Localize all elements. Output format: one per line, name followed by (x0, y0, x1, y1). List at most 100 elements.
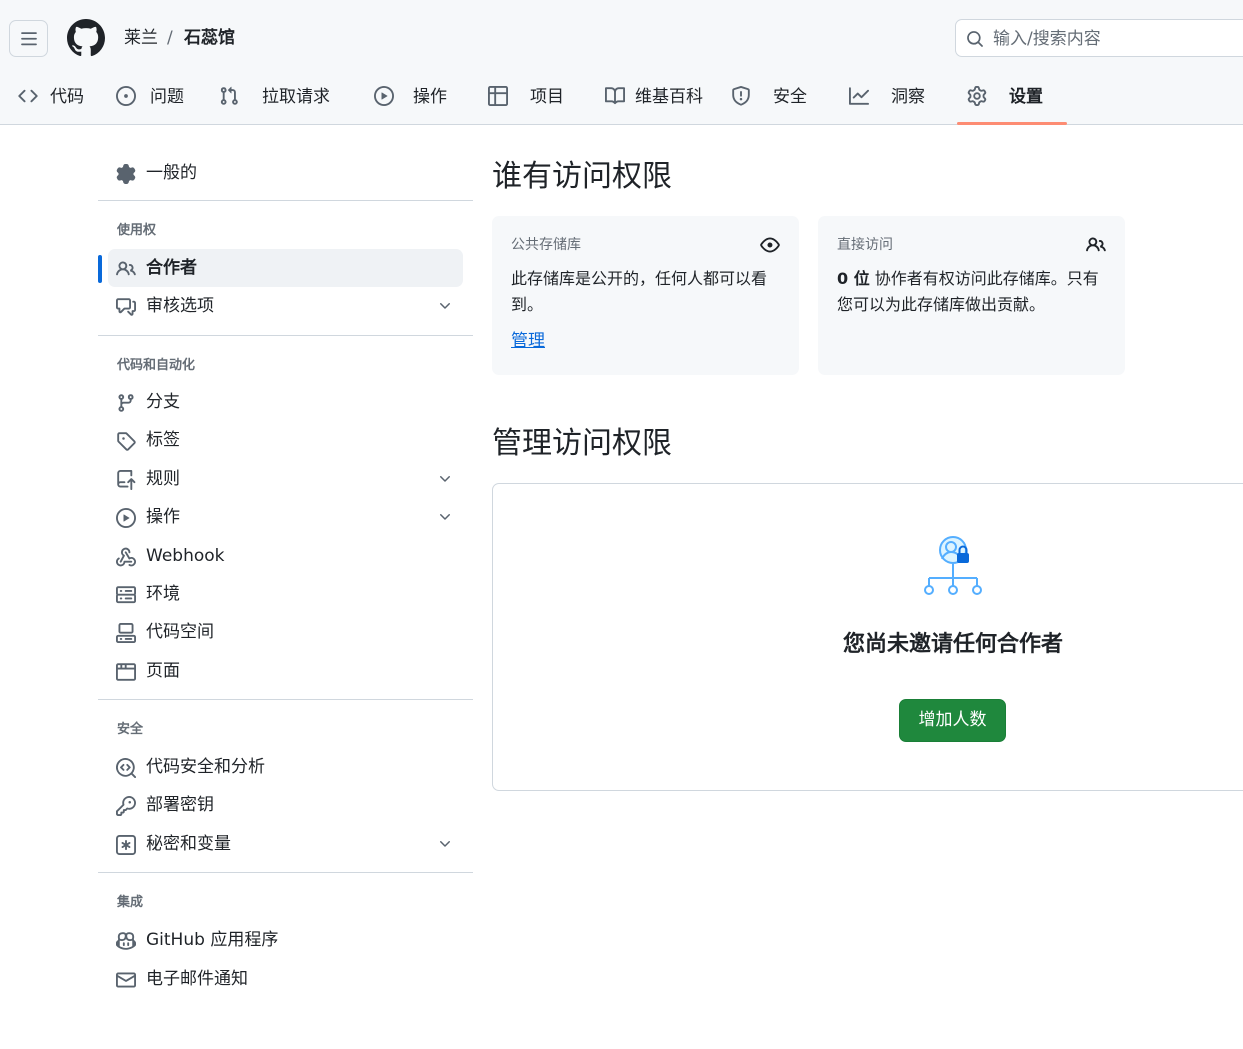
tab-label: 安全 (773, 87, 807, 107)
play-icon (374, 86, 394, 106)
repo-tabs: 代码 问题 拉取请求 操作 项目 维基百科 安全 洞察 设置 (0, 76, 1243, 125)
browser-icon (116, 663, 136, 681)
open-global-nav-button[interactable] (9, 20, 48, 57)
sidebar-item-moderation[interactable]: 审核选项 (108, 287, 463, 325)
sidebar-item-label: 一般的 (146, 163, 197, 183)
code-icon (18, 89, 38, 103)
card-title: 直接访问 (837, 237, 893, 253)
sidebar-section-title: 集成 (117, 895, 144, 910)
breadcrumb-repo[interactable]: 石蕊馆 (184, 26, 235, 50)
collaborator-count: 0 位 (837, 269, 870, 288)
sidebar-item-label: 代码安全和分析 (146, 757, 265, 777)
search-placeholder: 输入/搜索内容 (993, 29, 1101, 49)
direct-access-card: 直接访问 0 位 协作者有权访问此存储库。只有您可以为此存储库做出贡献。 (818, 216, 1125, 375)
repo-push-icon (117, 470, 136, 490)
hamburger-icon (20, 31, 37, 45)
codescan-icon (116, 758, 136, 778)
search-icon (967, 31, 983, 47)
sidebar-item-rules[interactable]: 规则 (108, 460, 463, 498)
sidebar-item-label: 环境 (146, 584, 180, 604)
chevron-down-icon (440, 514, 450, 520)
graph-icon (849, 87, 869, 105)
book-icon (605, 87, 625, 105)
manage-visibility-link[interactable]: 管理 (511, 330, 545, 352)
github-logo-icon[interactable] (67, 19, 105, 57)
sidebar-section-title: 使用权 (117, 223, 157, 238)
tab-label: 拉取请求 (262, 87, 330, 107)
key-icon (116, 796, 136, 816)
card-body: 0 位 协作者有权访问此存储库。只有您可以为此存储库做出贡献。 (837, 266, 1112, 318)
sidebar-item-label: 代码空间 (146, 622, 214, 642)
chevron-down-icon (440, 841, 450, 847)
breadcrumb-separator: / (167, 28, 173, 48)
sidebar-item-deploy-keys[interactable]: 部署密钥 (108, 786, 463, 824)
sidebar-item-label: 合作者 (146, 258, 197, 278)
sidebar-item-pages[interactable]: 页面 (108, 652, 463, 690)
repo-header: 莱兰 / 石蕊馆 输入/搜索内容 代码 问题 拉取请求 操作 项目 维基百科 安… (0, 0, 1243, 125)
sidebar-item-label: 秘密和变量 (146, 834, 231, 854)
chevron-down-icon (440, 476, 450, 482)
sidebar-item-general[interactable]: 一般的 (108, 154, 463, 192)
active-tab-underline (957, 122, 1067, 125)
shield-icon (732, 86, 750, 106)
sidebar-section-title: 代码和自动化 (117, 358, 196, 373)
collaborators-empty-state: 您尚未邀请任何合作者 增加人数 (492, 483, 1243, 791)
tab-label: 问题 (150, 87, 184, 107)
issue-icon (116, 86, 136, 106)
sidebar-item-label: 分支 (146, 392, 180, 412)
tab-label: 维基百科 (635, 87, 703, 107)
sidebar-item-label: 页面 (146, 661, 180, 681)
sidebar-item-collaborators[interactable]: 合作者 (108, 249, 463, 287)
manage-access-heading: 管理访问权限 (492, 426, 672, 461)
sidebar-item-tags[interactable]: 标签 (108, 421, 463, 459)
branch-icon (118, 394, 134, 412)
gear-icon (967, 86, 987, 106)
pull-request-icon (220, 86, 238, 105)
access-heading: 谁有访问权限 (492, 159, 672, 194)
sidebar-divider (98, 699, 473, 700)
sidebar-item-label: 操作 (146, 507, 180, 527)
tab-label: 代码 (50, 87, 84, 107)
comment-discussion-icon (116, 298, 136, 316)
sidebar-item-secrets[interactable]: 秘密和变量 (108, 825, 463, 863)
sidebar-item-branches[interactable]: 分支 (108, 383, 463, 421)
gear-icon (116, 164, 136, 184)
tab-label: 洞察 (891, 87, 925, 107)
table-icon (488, 86, 508, 106)
sidebar-item-code-security[interactable]: 代码安全和分析 (108, 748, 463, 786)
codespaces-icon (116, 623, 136, 643)
card-body-text: 协作者有权访问此存储库。只有您可以为此存储库做出贡献。 (837, 269, 1099, 314)
sidebar-item-github-apps[interactable]: GitHub 应用程序 (108, 921, 463, 959)
webhook-icon (116, 547, 136, 567)
search-input[interactable]: 输入/搜索内容 (955, 19, 1243, 57)
empty-state-title: 您尚未邀请任何合作者 (842, 632, 1063, 657)
mail-icon (116, 972, 136, 988)
breadcrumb-owner[interactable]: 莱兰 (124, 26, 158, 50)
active-item-indicator (98, 255, 102, 283)
people-icon (116, 261, 136, 276)
card-title: 公共存储库 (511, 237, 581, 253)
people-icon (1086, 237, 1106, 252)
sidebar-item-codespaces[interactable]: 代码空间 (108, 613, 463, 651)
sidebar-item-label: 规则 (146, 469, 180, 489)
play-icon (116, 508, 136, 528)
public-repo-card: 公共存储库 此存储库是公开的，任何人都可以看到。 管理 (492, 216, 799, 375)
sidebar-item-label: 部署密钥 (146, 795, 214, 815)
copilot-icon (116, 932, 136, 950)
add-people-button[interactable]: 增加人数 (899, 699, 1006, 742)
sidebar-item-label: 电子邮件通知 (146, 969, 248, 989)
sidebar-divider (98, 335, 473, 336)
eye-icon (760, 237, 780, 253)
chevron-down-icon (440, 303, 450, 309)
server-icon (116, 586, 136, 604)
sidebar-item-label: 审核选项 (146, 296, 214, 316)
sidebar-item-environments[interactable]: 环境 (108, 575, 463, 613)
sidebar-item-email-notifications[interactable]: 电子邮件通知 (108, 960, 463, 998)
sidebar-item-label: 标签 (146, 430, 180, 450)
sidebar-item-webhooks[interactable]: Webhook (108, 537, 463, 575)
sidebar-divider (98, 872, 473, 873)
card-body: 此存储库是公开的，任何人都可以看到。 (511, 269, 768, 314)
key-asterisk-icon (116, 835, 136, 855)
sidebar-divider (98, 200, 473, 201)
sidebar-item-actions[interactable]: 操作 (108, 498, 463, 536)
